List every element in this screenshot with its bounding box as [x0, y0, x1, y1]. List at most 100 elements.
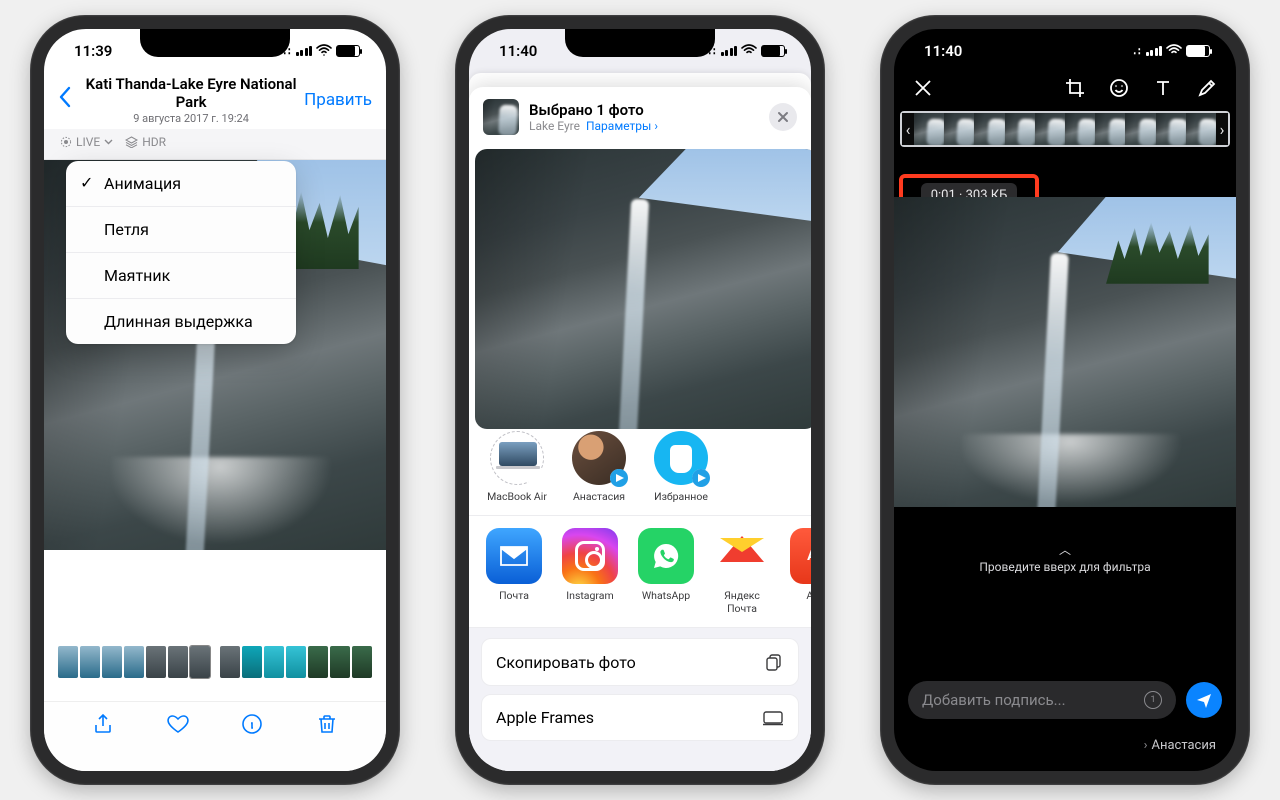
avatar	[490, 431, 544, 485]
options-button[interactable]: Параметры ›	[586, 119, 658, 133]
sticker-button[interactable]	[1108, 77, 1130, 103]
back-button[interactable]	[58, 85, 78, 115]
hdr-badge: HDR	[125, 135, 166, 149]
film-strip-trimmer[interactable]: ‹ ›	[900, 111, 1230, 147]
preview-area: LIVE	[469, 143, 811, 423]
text-button[interactable]	[1152, 77, 1174, 103]
wifi-icon	[741, 44, 757, 59]
recipient-row[interactable]: ›Анастасия	[1144, 738, 1216, 753]
thumbnail-strip[interactable]	[44, 640, 386, 684]
menu-label: Длинная выдержка	[104, 312, 253, 331]
app-yandex-mail[interactable]: Яндекс Почта	[713, 528, 771, 615]
contact-label: Анастасия	[573, 490, 625, 503]
contact-anastasia[interactable]: Анастасия	[569, 431, 629, 503]
nav-bar: Kati Thanda-Lake Eyre National Park 9 ав…	[44, 73, 386, 129]
info-button[interactable]	[240, 712, 264, 740]
aliexpress-icon: AliEx	[790, 528, 811, 584]
draw-button[interactable]	[1196, 77, 1218, 103]
bottom-toolbar	[44, 701, 386, 771]
screen: 11:40 ∷ Выбрано 1 фото Lake Eyre	[469, 29, 811, 771]
recipient-name: Анастасия	[1151, 738, 1216, 753]
caption-input[interactable]: Добавить подпись... 1	[908, 681, 1176, 719]
photo-letterbox	[44, 550, 386, 640]
phone-photos-app: 11:39 ∷ Kati Thanda-Lake Eyre National P…	[30, 15, 400, 785]
app-label: Яндекс Почта	[724, 589, 760, 615]
menu-item-animation[interactable]: ✓ Анимация	[66, 161, 296, 206]
trim-handle-left[interactable]: ‹	[902, 113, 914, 145]
share-button[interactable]	[91, 712, 115, 740]
status-time: 11:40	[924, 42, 962, 60]
app-aliexpress[interactable]: AliEx AliEx	[789, 528, 811, 615]
avatar	[654, 431, 708, 485]
status-right: ∷	[709, 44, 786, 59]
live-mode-menu: ✓ Анимация Петля Маятник Длинная выдержк…	[66, 161, 296, 344]
live-label: LIVE	[76, 135, 100, 149]
app-label: Почта	[499, 589, 529, 602]
hdr-label: HDR	[142, 135, 166, 149]
instagram-icon	[562, 528, 618, 584]
airdrop-contacts-row: MacBook Air Анастасия Избранное	[469, 423, 811, 516]
editor-toolbar	[894, 73, 1236, 109]
contact-macbook[interactable]: MacBook Air	[487, 431, 547, 503]
send-button[interactable]	[1186, 682, 1222, 718]
menu-label: Петля	[104, 220, 149, 239]
apps-row: Почта Instagram WhatsApp Яндекс Почта Al…	[469, 516, 811, 628]
wifi-icon	[1166, 44, 1182, 59]
chevron-right-icon: ›	[654, 119, 658, 133]
mail-icon	[486, 528, 542, 584]
self-destruct-timer-button[interactable]: 1	[1144, 691, 1162, 709]
editor-preview[interactable]	[894, 197, 1236, 507]
delete-button[interactable]	[315, 712, 339, 740]
copy-icon	[764, 652, 784, 672]
app-instagram[interactable]: Instagram	[561, 528, 619, 615]
trim-handle-right[interactable]: ›	[1216, 113, 1228, 145]
contact-label: MacBook Air	[487, 490, 547, 503]
favorite-button[interactable]	[166, 712, 190, 740]
status-time: 11:40	[499, 42, 537, 60]
cellular-icon	[721, 46, 738, 56]
avatar	[572, 431, 626, 485]
menu-item-bounce[interactable]: Маятник	[66, 252, 296, 298]
action-copy-photo[interactable]: Скопировать фото	[481, 638, 799, 686]
status-right: ∷	[284, 44, 361, 59]
close-button[interactable]	[769, 103, 797, 131]
close-button[interactable]	[912, 77, 934, 103]
app-label: AliEx	[806, 589, 811, 602]
action-label: Скопировать фото	[496, 653, 636, 672]
send-icon	[1195, 691, 1213, 709]
share-sheet: Выбрано 1 фото Lake Eyre Параметры ›	[469, 87, 811, 771]
telegram-badge-icon	[610, 469, 628, 487]
status-right: ∷	[1134, 44, 1211, 59]
notch	[990, 29, 1140, 57]
menu-item-loop[interactable]: Петля	[66, 206, 296, 252]
next-photo-peek[interactable]	[475, 149, 811, 429]
actions-list: Скопировать фото Apple Frames	[469, 628, 811, 771]
app-whatsapp[interactable]: WhatsApp	[637, 528, 695, 615]
phone-share-sheet: 11:40 ∷ Выбрано 1 фото Lake Eyre	[455, 15, 825, 785]
display-icon	[762, 710, 784, 726]
app-mail[interactable]: Почта	[485, 528, 543, 615]
date-subtitle: 9 августа 2017 г. 19:24	[78, 112, 304, 125]
menu-label: Анимация	[104, 174, 181, 193]
swipe-hint-label: Проведите вверх для фильтра	[979, 560, 1150, 574]
chevron-right-icon: ›	[1144, 738, 1148, 753]
yandex-mail-icon	[714, 528, 770, 584]
cellular-icon	[296, 46, 313, 56]
photo-badges: LIVE HDR	[44, 129, 386, 160]
action-apple-frames[interactable]: Apple Frames	[481, 694, 799, 741]
app-label: WhatsApp	[642, 589, 690, 602]
live-badge-dropdown[interactable]: LIVE	[60, 135, 113, 149]
menu-item-long-exposure[interactable]: Длинная выдержка	[66, 298, 296, 344]
screen: 11:40 ∷ ‹ ›	[894, 29, 1236, 771]
checkmark-icon: ✓	[80, 173, 93, 192]
swipe-hint: ︿ Проведите вверх для фильтра	[894, 541, 1236, 574]
phone-telegram-editor: 11:40 ∷ ‹ ›	[880, 15, 1250, 785]
battery-icon	[761, 45, 785, 57]
edit-button[interactable]: Править	[304, 90, 372, 110]
close-icon	[777, 111, 789, 123]
contact-favorites[interactable]: Избранное	[651, 431, 711, 503]
sheet-title: Выбрано 1 фото	[529, 101, 759, 119]
status-time: 11:39	[74, 42, 112, 60]
menu-label: Маятник	[104, 266, 170, 285]
crop-button[interactable]	[1064, 77, 1086, 103]
